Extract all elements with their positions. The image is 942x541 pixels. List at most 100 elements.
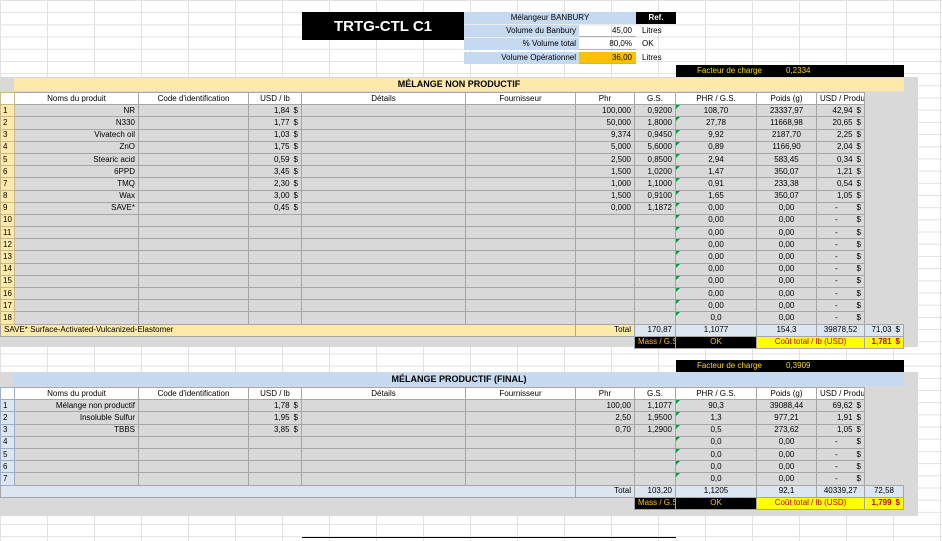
usd-lb-cell[interactable]	[248, 311, 302, 325]
phr-cell[interactable]: 1,000	[575, 177, 635, 191]
usd-product-cell[interactable]: - $	[816, 226, 865, 240]
code-cell[interactable]	[138, 152, 249, 167]
supplier-cell[interactable]	[465, 399, 576, 413]
supplier-cell[interactable]	[465, 128, 576, 142]
weight-cell[interactable]: 273,62	[756, 423, 817, 437]
usd-lb-cell[interactable]: 3,00 $	[248, 189, 302, 203]
gs-cell[interactable]: 1,9500	[634, 411, 676, 425]
usd-product-cell[interactable]: - $	[816, 201, 865, 215]
weight-cell[interactable]: 0,00	[756, 201, 817, 215]
details-cell[interactable]	[301, 447, 466, 462]
supplier-cell[interactable]	[465, 311, 576, 325]
product-name-cell[interactable]	[14, 274, 139, 289]
details-cell[interactable]	[301, 435, 466, 449]
product-name-cell[interactable]: 6PPD	[14, 165, 139, 179]
details-cell[interactable]	[301, 165, 466, 179]
code-cell[interactable]	[138, 299, 249, 313]
code-cell[interactable]	[138, 177, 249, 191]
phr-cell[interactable]	[575, 226, 635, 240]
usd-product-cell[interactable]: - $	[816, 447, 865, 462]
code-cell[interactable]	[138, 262, 249, 276]
supplier-cell[interactable]	[465, 140, 576, 154]
weight-cell[interactable]: 0,00	[756, 435, 817, 449]
code-cell[interactable]	[138, 286, 249, 301]
details-cell[interactable]	[301, 286, 466, 301]
product-name-cell[interactable]	[14, 435, 139, 449]
code-cell[interactable]	[138, 399, 249, 413]
usd-product-cell[interactable]: 1,05 $	[816, 189, 865, 203]
code-cell[interactable]	[138, 140, 249, 154]
weight-cell[interactable]: 39088,44	[756, 399, 817, 413]
weight-cell[interactable]: 350,07	[756, 189, 817, 203]
code-cell[interactable]	[138, 460, 249, 474]
phr-cell[interactable]: 0,70	[575, 423, 635, 437]
product-name-cell[interactable]: SAVE*	[14, 201, 139, 215]
header-value-3[interactable]: 36,00	[579, 52, 636, 64]
phr-gs-cell[interactable]: 0,00	[675, 238, 757, 252]
product-name-cell[interactable]: Wax	[14, 189, 139, 203]
supplier-cell[interactable]	[465, 226, 576, 240]
phr-gs-cell[interactable]: 0,91	[675, 177, 757, 191]
product-name-cell[interactable]: NR	[14, 104, 139, 118]
details-cell[interactable]	[301, 238, 466, 252]
usd-product-cell[interactable]: 42,94 $	[816, 104, 865, 118]
details-cell[interactable]	[301, 189, 466, 203]
details-cell[interactable]	[301, 274, 466, 289]
phr-cell[interactable]	[575, 274, 635, 289]
usd-lb-cell[interactable]: 1,84 $	[248, 104, 302, 118]
phr-cell[interactable]: 5,000	[575, 140, 635, 154]
details-cell[interactable]	[301, 140, 466, 154]
usd-product-cell[interactable]: - $	[816, 238, 865, 252]
product-name-cell[interactable]	[14, 460, 139, 474]
phr-cell[interactable]	[575, 286, 635, 301]
phr-cell[interactable]: 100,00	[575, 399, 635, 413]
code-cell[interactable]	[138, 116, 249, 130]
weight-cell[interactable]: 0,00	[756, 299, 817, 313]
phr-gs-cell[interactable]: 0,0	[675, 447, 757, 462]
phr-cell[interactable]	[575, 238, 635, 252]
phr-cell[interactable]	[575, 213, 635, 228]
phr-cell[interactable]: 100,000	[575, 104, 635, 118]
weight-cell[interactable]: 0,00	[756, 238, 817, 252]
usd-product-cell[interactable]: - $	[816, 460, 865, 474]
usd-product-cell[interactable]: - $	[816, 286, 865, 301]
usd-lb-cell[interactable]: 1,78 $	[248, 399, 302, 413]
usd-lb-cell[interactable]	[248, 472, 302, 486]
details-cell[interactable]	[301, 201, 466, 215]
usd-lb-cell[interactable]	[248, 213, 302, 228]
usd-product-cell[interactable]: - $	[816, 311, 865, 325]
gs-cell[interactable]	[634, 250, 676, 264]
usd-product-cell[interactable]: 1,05 $	[816, 423, 865, 437]
gs-cell[interactable]	[634, 286, 676, 301]
phr-cell[interactable]	[575, 262, 635, 276]
gs-cell[interactable]	[634, 213, 676, 228]
usd-product-cell[interactable]: - $	[816, 262, 865, 276]
phr-cell[interactable]	[575, 311, 635, 325]
supplier-cell[interactable]	[465, 460, 576, 474]
code-cell[interactable]	[138, 250, 249, 264]
weight-cell[interactable]: 977,21	[756, 411, 817, 425]
weight-cell[interactable]: 0,00	[756, 472, 817, 486]
phr-cell[interactable]	[575, 460, 635, 474]
product-name-cell[interactable]	[14, 472, 139, 486]
usd-product-cell[interactable]: 0,34 $	[816, 152, 865, 167]
weight-cell[interactable]: 0,00	[756, 226, 817, 240]
header-value-1[interactable]: 45,00	[579, 25, 636, 37]
usd-lb-cell[interactable]: 1,77 $	[248, 116, 302, 130]
gs-cell[interactable]	[634, 472, 676, 486]
usd-lb-cell[interactable]: 0,59 $	[248, 152, 302, 167]
gs-cell[interactable]: 0,9200	[634, 104, 676, 118]
phr-cell[interactable]: 50,000	[575, 116, 635, 130]
usd-product-cell[interactable]: - $	[816, 299, 865, 313]
gs-cell[interactable]	[634, 262, 676, 276]
usd-lb-cell[interactable]	[248, 274, 302, 289]
product-name-cell[interactable]: Mélange non productif	[14, 399, 139, 413]
product-name-cell[interactable]: TBBS	[14, 423, 139, 437]
code-cell[interactable]	[138, 472, 249, 486]
code-cell[interactable]	[138, 128, 249, 142]
product-name-cell[interactable]	[14, 299, 139, 313]
weight-cell[interactable]: 0,00	[756, 311, 817, 325]
usd-lb-cell[interactable]	[248, 447, 302, 462]
code-cell[interactable]	[138, 213, 249, 228]
phr-cell[interactable]: 1,500	[575, 189, 635, 203]
